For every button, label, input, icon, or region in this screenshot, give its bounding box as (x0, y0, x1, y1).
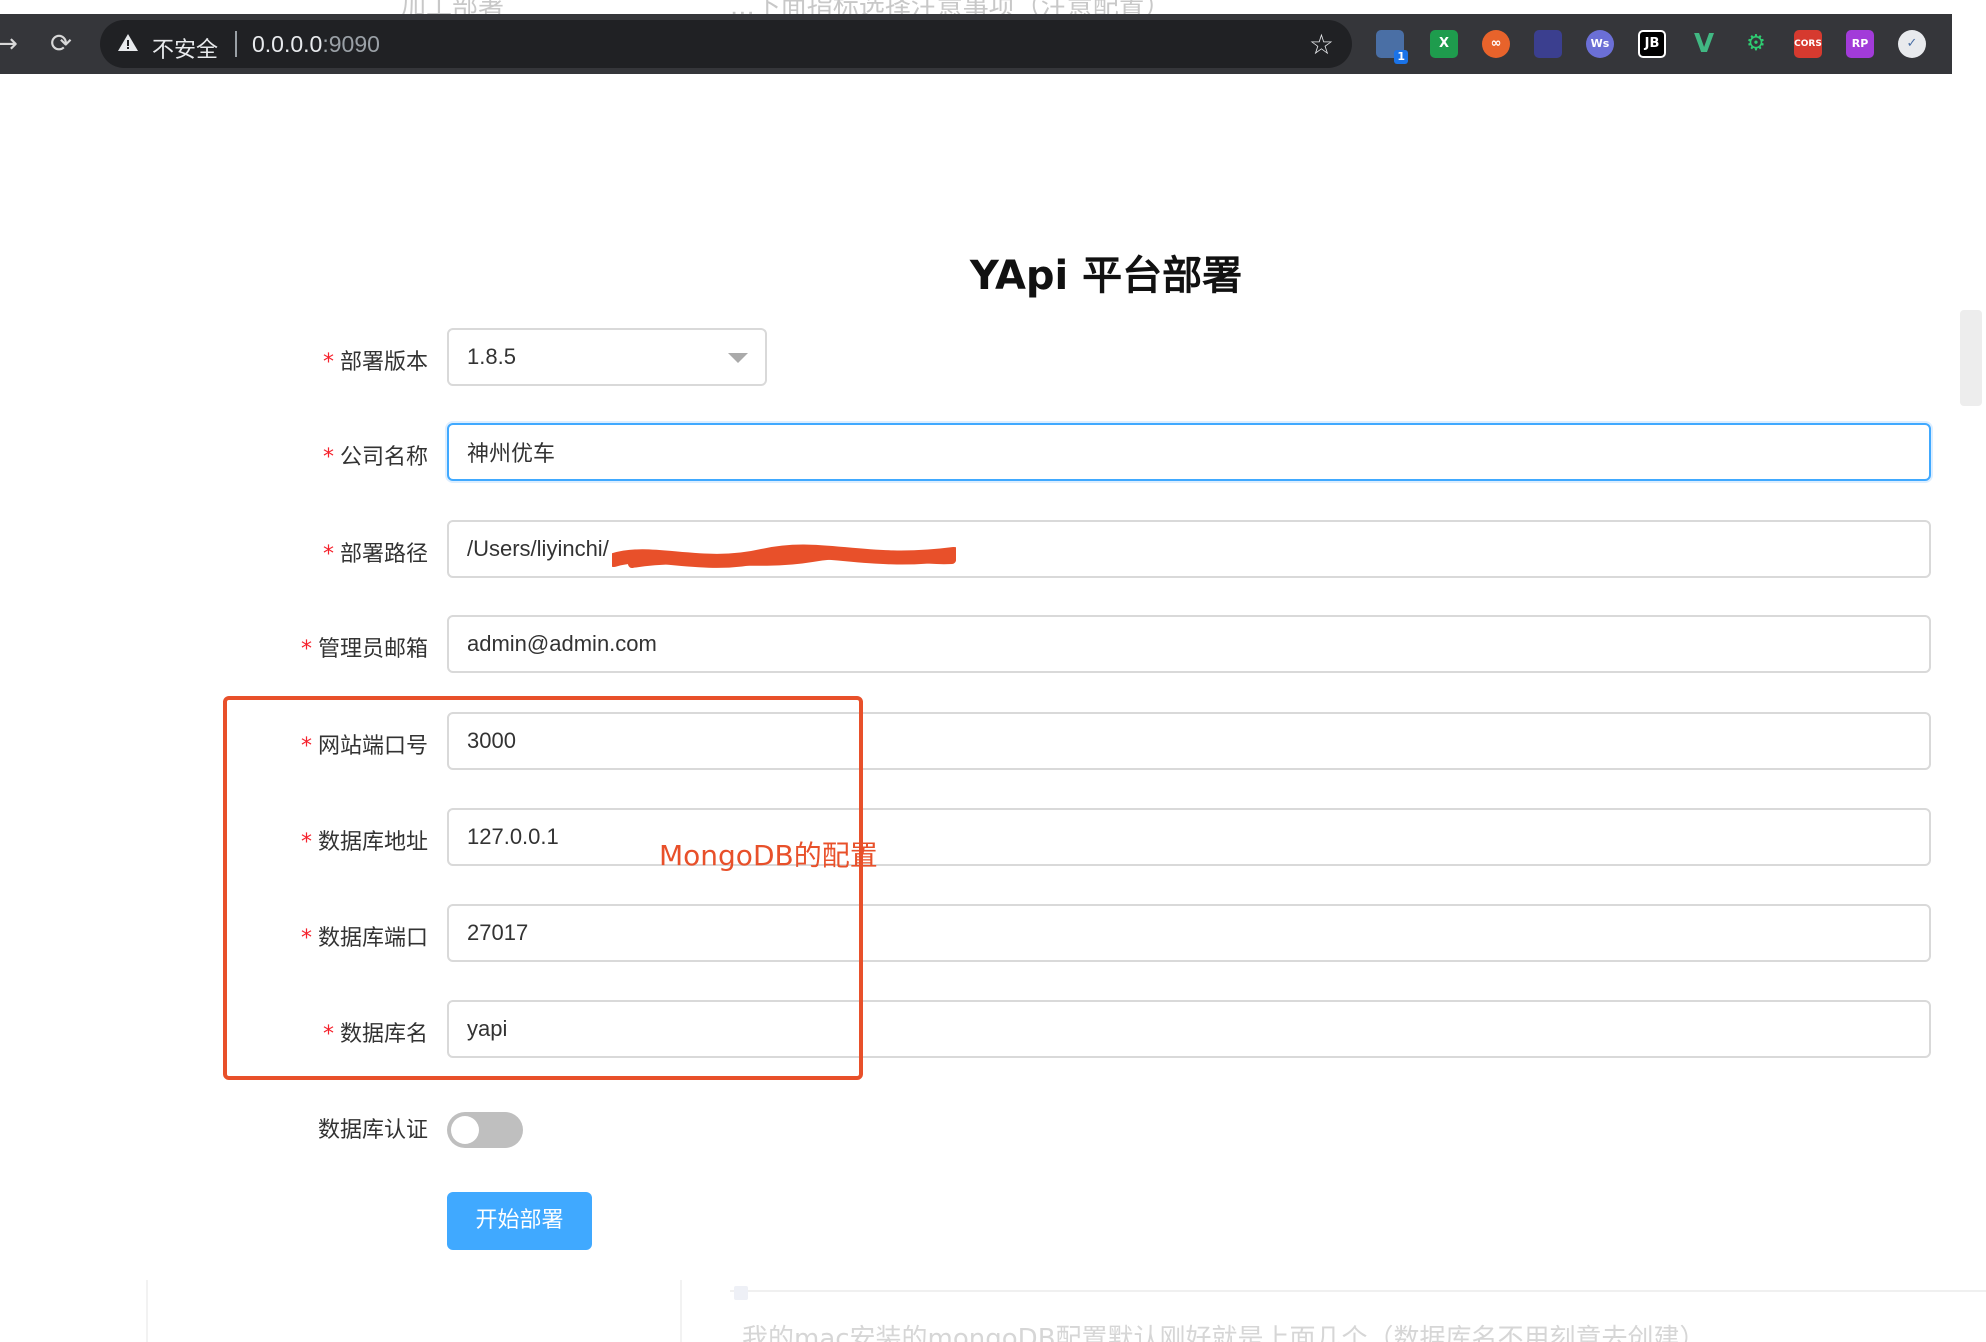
bookmark-star-icon[interactable]: ☆ (1309, 28, 1334, 61)
ghost-divider (146, 1280, 148, 1342)
mongodb-annotation-text: MongoDB的配置 (659, 839, 878, 872)
version-label-text: 部署版本 (339, 350, 428, 375)
address-bar[interactable]: 不安全 0.0.0.0:9090 ☆ (100, 20, 1352, 68)
galaxy-extension-icon[interactable] (1534, 30, 1562, 58)
company-label-text: 公司名称 (339, 445, 428, 470)
admin-email-input[interactable] (447, 615, 1931, 673)
vue-extension-icon[interactable]: V (1690, 30, 1718, 58)
path-label-text: 部署路径 (339, 542, 428, 567)
bird-extension-icon[interactable]: ✓ (1898, 30, 1926, 58)
ghost-bottom-line (730, 1290, 1986, 1292)
top-overflow-text: 加工部署 ...下面指标选择注意事项（注意配置） (0, 0, 1986, 14)
page-title: YApi 平台部署 (969, 253, 1243, 299)
forward-icon[interactable]: → (0, 29, 22, 59)
ghost-dot (734, 1286, 748, 1300)
url-port: :9090 (322, 31, 380, 57)
ws-extension-icon[interactable]: Ws (1586, 30, 1614, 58)
gear-extension-icon[interactable]: ⚙ (1742, 30, 1770, 58)
jb-extension-icon[interactable]: JB (1638, 30, 1666, 58)
excel-extension-icon[interactable]: X (1430, 30, 1458, 58)
mongodb-annotation-box (223, 696, 863, 1080)
warning-icon (118, 34, 138, 51)
form-row-path: * 部署路径 (0, 520, 1986, 580)
redaction-scribble (612, 544, 956, 568)
bottom-note: 我的mac安装的mongoDB配置默认刚好就是上面几个（数据库名不用刻意去创建） (742, 1324, 1706, 1342)
url-text[interactable]: 0.0.0.0:9090 (252, 31, 380, 58)
path-label: * 部署路径 (323, 536, 428, 568)
extension-1-icon[interactable]: 1 (1376, 30, 1408, 64)
required-mark: * (300, 637, 312, 662)
company-name-input[interactable] (447, 423, 1931, 481)
browser-toolbar: → ⟳ 不安全 0.0.0.0:9090 ☆ 1 X ∞ Ws JB V ⚙ C… (0, 14, 1952, 74)
infinity-extension-icon[interactable]: ∞ (1482, 30, 1510, 58)
chevron-down-icon[interactable] (728, 353, 748, 363)
version-select[interactable]: 1.8.5 (447, 328, 767, 386)
db-auth-label: 数据库认证 (317, 1118, 428, 1143)
security-label[interactable]: 不安全 (152, 32, 218, 64)
cors-extension-icon[interactable]: CORS (1794, 30, 1822, 58)
required-mark: * (322, 445, 334, 470)
ghost-divider (680, 1280, 682, 1342)
version-select-value: 1.8.5 (467, 344, 516, 369)
rp-extension-icon[interactable]: RP (1846, 30, 1874, 58)
toggle-knob (451, 1116, 479, 1144)
version-label: * 部署版本 (323, 344, 428, 376)
start-deploy-button[interactable]: 开始部署 (447, 1192, 592, 1250)
form-row-version: * 部署版本 1.8.5 (0, 328, 1986, 388)
required-mark: * (322, 542, 334, 567)
extension-badge: 1 (1394, 50, 1408, 64)
form-row-email: * 管理员邮箱 (0, 615, 1986, 675)
url-host: 0.0.0.0 (252, 31, 323, 57)
email-label: * 管理员邮箱 (301, 631, 428, 663)
form-row-company: * 公司名称 (0, 423, 1986, 483)
required-mark: * (322, 350, 334, 375)
scrollbar-thumb[interactable] (1960, 310, 1982, 406)
company-label: * 公司名称 (323, 439, 428, 471)
omnibox-separator (235, 31, 237, 57)
db-auth-toggle[interactable] (447, 1112, 523, 1148)
email-label-text: 管理员邮箱 (317, 637, 428, 662)
reload-icon[interactable]: ⟳ (46, 29, 76, 59)
